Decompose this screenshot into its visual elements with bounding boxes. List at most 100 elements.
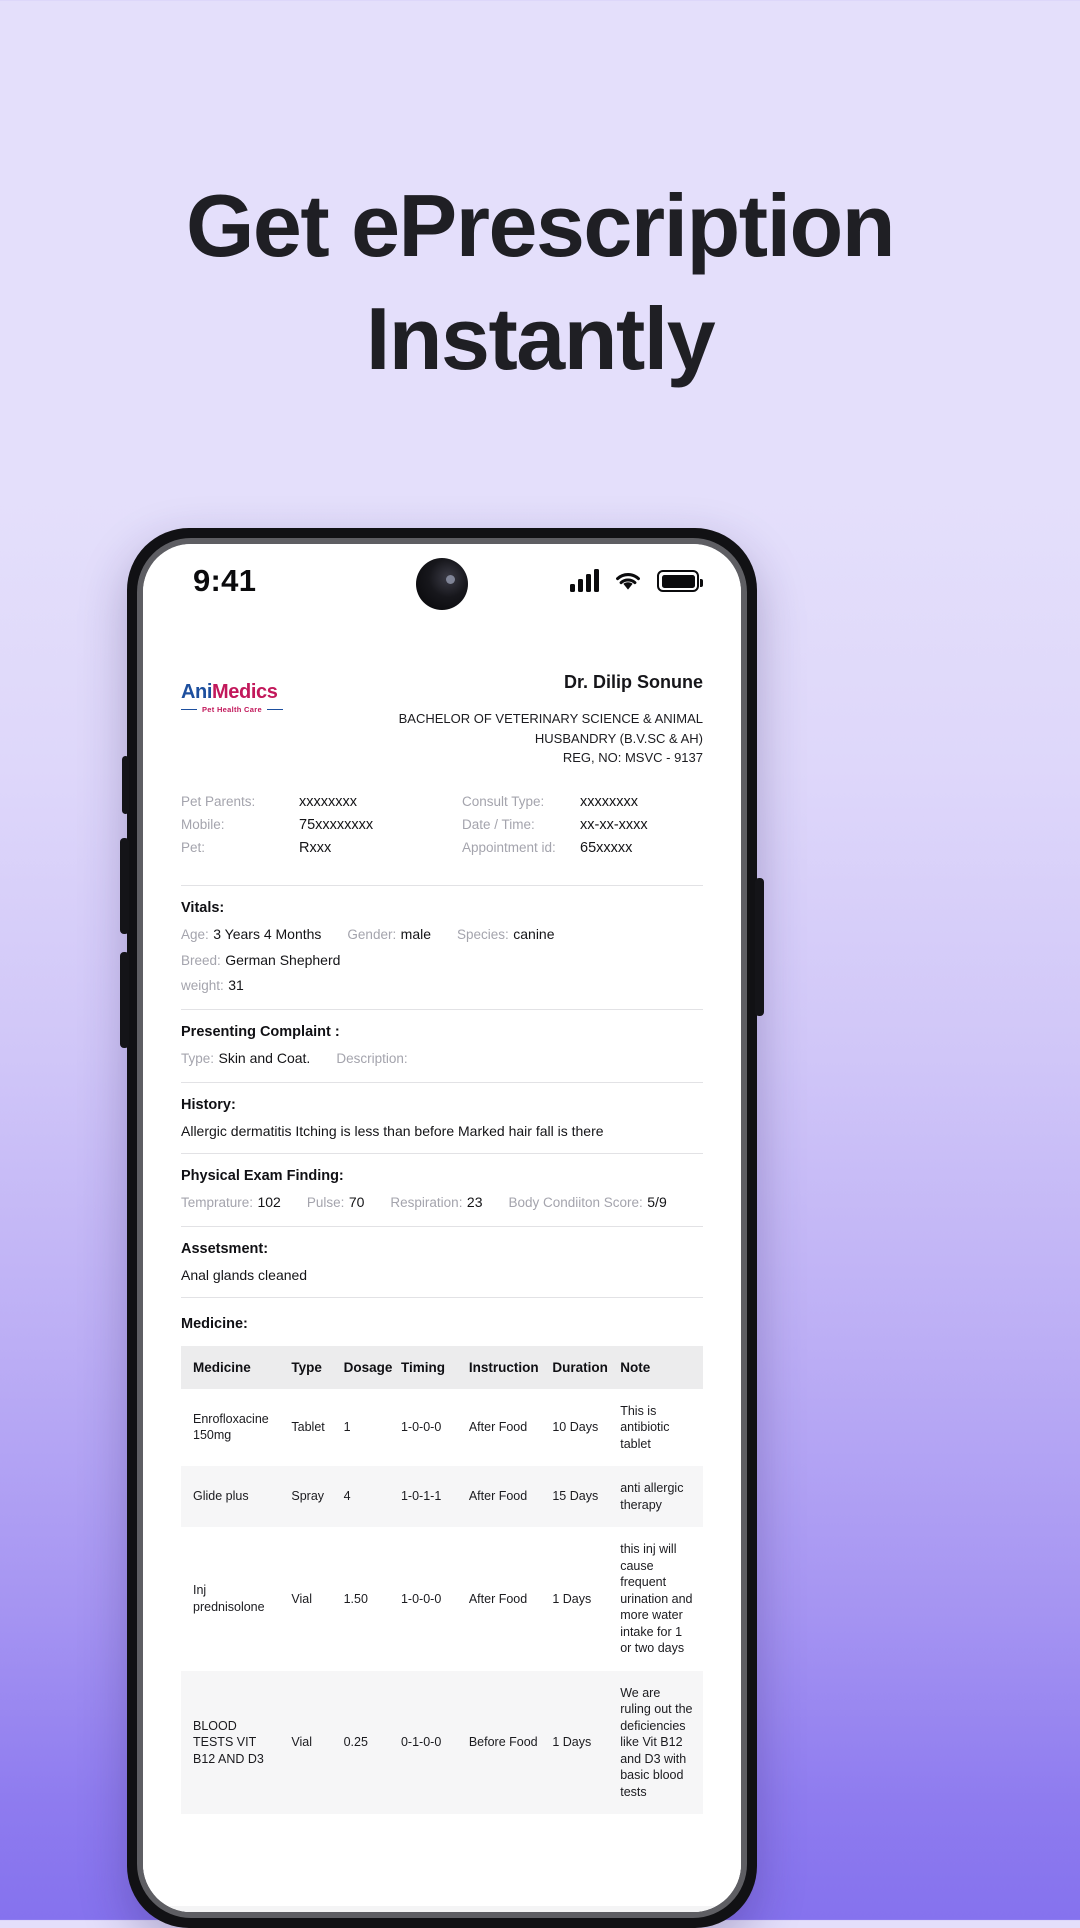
gender-label: Gender: xyxy=(347,926,397,942)
status-bar: 9:41 xyxy=(143,544,741,618)
cell-medicine: Enrofloxacine 150mg xyxy=(193,1411,269,1443)
cell-dosage: 1.50 xyxy=(343,1591,368,1606)
prescription-scroll-area[interactable]: AniMedics Pet Health Care Dr. Dilip Sonu… xyxy=(143,618,741,1912)
respiration-label: Respiration: xyxy=(390,1194,463,1210)
cell-type: Vial xyxy=(285,1670,338,1814)
medicine-table: Medicine Type Dosage Timing Instruction … xyxy=(181,1345,703,1814)
cell-note: this inj will cause frequent urination a… xyxy=(620,1542,693,1655)
doctor-name: Dr. Dilip Sonune xyxy=(563,672,703,692)
body-condition-score-label: Body Condiiton Score: xyxy=(508,1194,643,1210)
cell-note: anti allergic therapy xyxy=(614,1466,703,1527)
cell-duration: 10 Days xyxy=(552,1420,599,1434)
patient-row: Pet Parents: xxxxxxxx xyxy=(181,794,422,810)
table-row: Glide plus Spray 4 1-0-1-1 After Food 15… xyxy=(181,1466,703,1527)
presenting-complaint-title: Presenting Complaint : xyxy=(181,1023,340,1040)
phone-screen: 9:41 AniMedics Pet Health Care Dr. Dilip… xyxy=(143,544,741,1912)
vitals-section: Vitals: Age: 3 Years 4 Months Gender: ma… xyxy=(181,886,703,1010)
table-row: Inj prednisolone Vial 1.50 1-0-0-0 After… xyxy=(181,1527,703,1671)
physical-exam-section: Physical Exam Finding: Temprature: 102 P… xyxy=(181,1154,703,1227)
patient-row: Date / Time: xx-xx-xxxx xyxy=(462,817,703,833)
cell-dosage: 4 xyxy=(337,1466,395,1527)
species-label: Species: xyxy=(457,926,509,942)
mobile-value: 75xxxxxxxx xyxy=(299,816,374,833)
wifi-icon xyxy=(616,573,640,590)
logo-name-part-2: Medics xyxy=(212,681,278,703)
presenting-complaint-section: Presenting Complaint : Type: Skin and Co… xyxy=(181,1010,703,1083)
gender-value: male xyxy=(400,925,432,942)
species-value: canine xyxy=(513,925,555,942)
cell-instruction: After Food xyxy=(468,1591,528,1606)
cellular-signal-icon xyxy=(570,569,599,592)
assessment-title: Assetsment: xyxy=(181,1240,269,1257)
cell-type: Vial xyxy=(291,1591,313,1606)
physical-exam-title: Physical Exam Finding: xyxy=(181,1167,344,1184)
appointment-id-value: 65xxxxx xyxy=(580,839,633,856)
battery-icon xyxy=(657,570,703,592)
appointment-id-label: Appointment id: xyxy=(462,839,556,855)
cell-note: We are ruling out the deficiencies like … xyxy=(614,1670,703,1814)
cell-medicine: Inj prednisolone xyxy=(193,1583,265,1614)
age-label: Age: xyxy=(181,926,209,942)
history-section: History: Allergic dermatitis Itching is … xyxy=(181,1083,703,1154)
cell-type: Tablet xyxy=(291,1420,325,1434)
phone-volume-up-button[interactable] xyxy=(120,838,129,934)
cell-note: This is antibiotic tablet xyxy=(620,1403,670,1451)
body-condition-score-value: 5/9 xyxy=(647,1193,667,1210)
mobile-label: Mobile: xyxy=(181,816,225,832)
cell-timing: 1-0-1-1 xyxy=(394,1466,463,1527)
table-row: BLOOD TESTS VIT B12 AND D3 Vial 0.25 0-1… xyxy=(181,1670,703,1814)
cell-timing: 1-0-0-0 xyxy=(400,1591,442,1606)
respiration-value: 23 xyxy=(466,1193,483,1210)
vitals-row-2: weight: 31 xyxy=(181,977,703,995)
date-time-value: xx-xx-xxxx xyxy=(580,816,648,833)
patient-row: Consult Type: xxxxxxxx xyxy=(462,794,703,810)
breed-label: Breed: xyxy=(181,952,221,968)
assessment-text: Anal glands cleaned xyxy=(181,1266,308,1283)
column-header-type: Type xyxy=(285,1345,338,1389)
cell-duration: 1 Days xyxy=(546,1670,615,1814)
cell-duration: 1 Days xyxy=(552,1591,592,1606)
patient-details-left-column: Pet Parents: xxxxxxxx Mobile: 75xxxxxxxx… xyxy=(181,794,422,863)
cell-instruction: After Food xyxy=(462,1466,547,1527)
history-title: History: xyxy=(181,1096,236,1113)
logo-rule-right xyxy=(266,708,283,711)
patient-row: Pet: Rxxx xyxy=(181,840,422,856)
page-title: Get ePrescription Instantly xyxy=(0,170,1080,395)
logo-rule-left xyxy=(181,708,197,711)
pulse-label: Pulse: xyxy=(306,1194,345,1210)
medicine-title: Medicine: xyxy=(181,1315,248,1332)
doctor-registration-number: REG, NO: MSVC - 9137 xyxy=(562,750,703,765)
patient-row: Appointment id: 65xxxxx xyxy=(462,840,703,856)
logo-name-part-1: Ani xyxy=(181,681,213,703)
pet-value: Rxxx xyxy=(299,839,332,856)
phone-mute-switch[interactable] xyxy=(122,756,129,814)
phone-volume-down-button[interactable] xyxy=(120,952,129,1048)
headline-line-2: Instantly xyxy=(365,288,716,388)
column-header-dosage: Dosage xyxy=(337,1345,395,1389)
weight-label: weight: xyxy=(181,977,224,993)
pulse-value: 70 xyxy=(348,1193,365,1210)
doctor-info: Dr. Dilip Sonune BACHELOR OF VETERINARY … xyxy=(399,672,703,768)
pet-parents-value: xxxxxxxx xyxy=(299,793,357,810)
table-row: Enrofloxacine 150mg Tablet 1 1-0-0-0 Aft… xyxy=(181,1389,703,1467)
patient-row: Mobile: 75xxxxxxxx xyxy=(181,817,422,833)
cell-medicine: Glide plus xyxy=(181,1466,286,1527)
physical-exam-row: Temprature: 102 Pulse: 70 Respiration: 2… xyxy=(181,1194,703,1212)
complaint-type-value: Skin and Coat. xyxy=(218,1049,311,1066)
column-header-instruction: Instruction xyxy=(462,1345,547,1389)
cell-duration: 15 Days xyxy=(546,1466,615,1527)
cell-timing: 0-1-0-0 xyxy=(394,1670,463,1814)
front-camera-icon xyxy=(416,558,468,610)
medicine-section: Medicine: Medicine Type Dosage Timing In… xyxy=(181,1298,703,1907)
cell-type: Spray xyxy=(285,1466,338,1527)
phone-power-button[interactable] xyxy=(755,878,764,1016)
pet-label: Pet: xyxy=(181,839,206,855)
status-bar-indicators xyxy=(570,569,703,592)
consult-type-label: Consult Type: xyxy=(462,793,545,809)
breed-value: German Shepherd xyxy=(225,951,341,968)
column-header-medicine: Medicine xyxy=(181,1345,286,1389)
cell-medicine: BLOOD TESTS VIT B12 AND D3 xyxy=(181,1670,286,1814)
consult-type-value: xxxxxxxx xyxy=(580,793,638,810)
column-header-note: Note xyxy=(614,1345,703,1389)
cell-dosage: 1 xyxy=(343,1420,351,1434)
